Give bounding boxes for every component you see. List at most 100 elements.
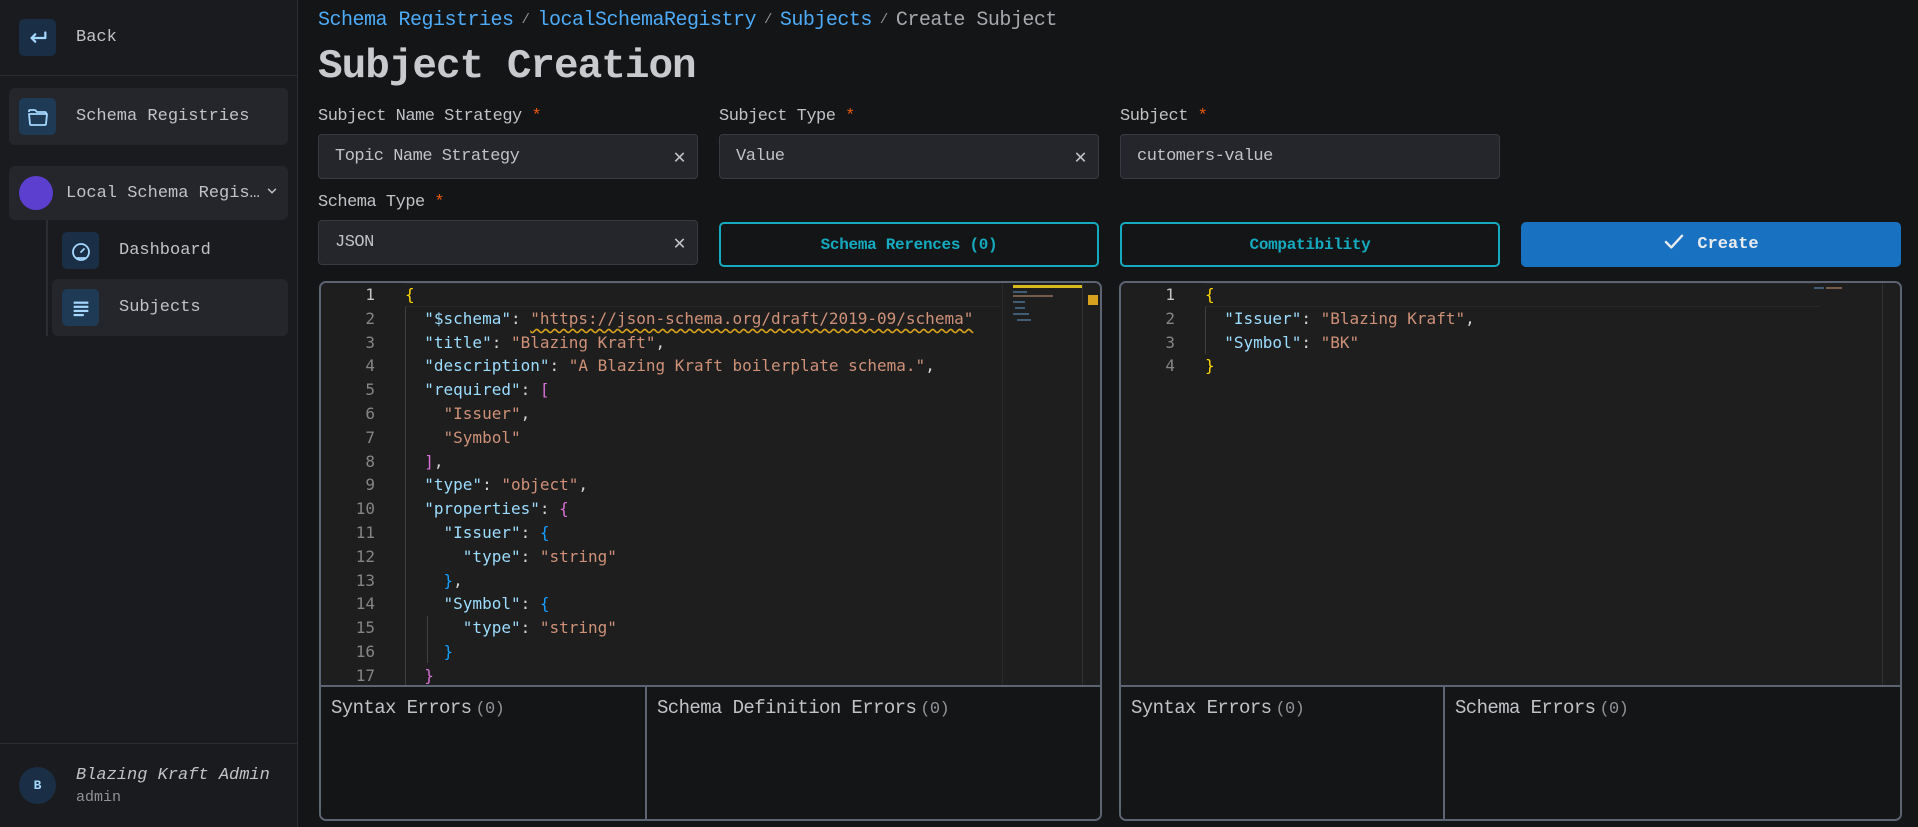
breadcrumb-separator: / — [764, 12, 772, 28]
required-marker: * — [531, 107, 542, 126]
schema-definition-errors-panel: Schema Definition Errors (0) — [647, 687, 959, 819]
line-number: 2 — [1165, 308, 1175, 328]
sidebar-item-label: Dashboard — [119, 241, 211, 260]
sidebar: Back Schema Registries Local Schema Regi… — [0, 0, 298, 827]
minimap-line — [1013, 313, 1029, 315]
line-number: 17 — [355, 665, 375, 685]
syntax-errors-label: Syntax Errors — [1131, 697, 1272, 719]
title-value: "Blazing Kraft" — [510, 332, 656, 352]
syntax-errors-panel: Syntax Errors (0) — [1121, 687, 1445, 819]
required-marker: * — [434, 193, 445, 212]
schema-editor-panel: 1{ 2 "$schema": "https://json-schema.org… — [319, 281, 1102, 821]
subject-type-field: Subject Type * Value ✕ — [719, 107, 1099, 179]
example-editor-panel: 1{ 2 "Issuer": "Blazing Kraft", 3 "Symbo… — [1119, 281, 1902, 821]
code-line: 3 "title": "Blazing Kraft", — [321, 331, 1100, 355]
input-value: cutomers-value — [1137, 147, 1273, 166]
schema-references-button[interactable]: Schema Rerences (0) — [719, 222, 1099, 267]
compatibility-button[interactable]: Compatibility — [1120, 222, 1500, 267]
vertical-scrollbar[interactable] — [1882, 283, 1900, 685]
minimap[interactable] — [1002, 283, 1083, 685]
definition-errors-label: Schema Definition Errors — [657, 697, 917, 719]
code-line: 7 "Symbol" — [321, 426, 1100, 450]
registry-subnav: Dashboard Subjects — [46, 220, 297, 336]
minimap[interactable] — [1802, 283, 1882, 685]
breadcrumb-registry[interactable]: localSchemaRegistry — [537, 9, 756, 32]
syntax-errors-count: (0) — [1275, 700, 1305, 719]
subject-name-strategy-select[interactable]: Topic Name Strategy ✕ — [318, 134, 698, 179]
gauge-icon — [62, 232, 99, 269]
subject-input[interactable]: cutomers-value — [1120, 134, 1500, 179]
line-number: 7 — [365, 427, 375, 447]
field-label: Schema Type * — [318, 193, 698, 212]
page-title: Subject Creation — [318, 44, 697, 90]
syntax-errors-panel: Syntax Errors (0) — [321, 687, 647, 819]
indent-guide — [1205, 307, 1206, 354]
example-code-editor[interactable]: 1{ 2 "Issuer": "Blazing Kraft", 3 "Symbo… — [1121, 283, 1900, 687]
breadcrumb-schema-registries[interactable]: Schema Registries — [318, 9, 514, 32]
subject-type-select[interactable]: Value ✕ — [719, 134, 1099, 179]
breadcrumb-subjects[interactable]: Subjects — [780, 9, 873, 32]
syntax-errors-count: (0) — [475, 700, 505, 719]
schema-errors-count: (0) — [1599, 700, 1629, 719]
code-line: 15 "type": "string" — [321, 616, 1100, 640]
registry-name: Local Schema Registry — [66, 183, 261, 203]
check-icon — [1663, 233, 1685, 257]
line-number: 10 — [355, 499, 375, 519]
create-button[interactable]: Create — [1521, 222, 1901, 267]
line-number: 4 — [1165, 356, 1175, 376]
line-number: 5 — [365, 380, 375, 400]
breadcrumb-separator: / — [521, 12, 530, 28]
symbol-value: "BK" — [1320, 332, 1360, 352]
property-type: "string" — [539, 618, 617, 638]
sidebar-item-subjects[interactable]: Subjects — [52, 279, 288, 336]
registry-selector[interactable]: Local Schema Registry — [9, 166, 288, 220]
subject-field: Subject * cutomers-value — [1120, 107, 1500, 179]
user-info: Blazing Kraft Admin admin — [76, 766, 270, 806]
line-number: 15 — [355, 618, 375, 638]
user-profile[interactable]: B Blazing Kraft Admin admin — [0, 743, 297, 827]
field-label: Subject * — [1120, 107, 1500, 126]
line-number: 8 — [365, 451, 375, 471]
clear-icon[interactable]: ✕ — [1074, 144, 1086, 170]
field-label: Subject Name Strategy * — [318, 107, 698, 126]
schema-code-editor[interactable]: 1{ 2 "$schema": "https://json-schema.org… — [321, 283, 1100, 687]
schema-errors-row: Syntax Errors (0) Schema Definition Error… — [321, 687, 1100, 819]
field-label: Subject Type * — [719, 107, 1099, 126]
select-value: Topic Name Strategy — [335, 147, 520, 166]
user-role: admin — [76, 788, 122, 806]
code-line: 8 ], — [321, 450, 1100, 474]
sidebar-item-dashboard[interactable]: Dashboard — [52, 222, 288, 279]
property-type: "string" — [539, 546, 617, 566]
line-number: 4 — [365, 356, 375, 376]
label-text: Subject Name Strategy — [318, 107, 522, 126]
sidebar-item-label: Subjects — [119, 298, 201, 317]
vertical-scrollbar[interactable] — [1082, 283, 1100, 685]
folder-icon — [19, 98, 56, 135]
schema-type-select[interactable]: JSON ✕ — [318, 220, 698, 265]
list-icon — [62, 289, 99, 326]
breadcrumb: Schema Registries / localSchemaRegistry … — [318, 8, 1918, 32]
breadcrumb-separator: / — [879, 12, 888, 28]
current-line-highlight — [1205, 283, 1820, 307]
create-label: Create — [1697, 235, 1759, 254]
clear-icon[interactable]: ✕ — [673, 230, 685, 256]
line-number: 1 — [365, 285, 375, 304]
minimap-line — [1013, 291, 1027, 293]
warning-marker — [1088, 295, 1098, 305]
code-line: 6 "Issuer", — [321, 402, 1100, 426]
code-line: 3 "Symbol": "BK" — [1121, 331, 1900, 355]
minimap-line — [1013, 295, 1053, 297]
select-value: JSON — [335, 233, 374, 252]
example-errors-row: Syntax Errors (0) Schema Errors (0) — [1121, 687, 1900, 819]
registry-color-dot — [19, 176, 53, 210]
back-button[interactable]: Back — [0, 0, 297, 76]
schema-type-field: Schema Type * JSON ✕ — [318, 193, 698, 267]
code-line: 16 } — [321, 640, 1100, 664]
code-line: 14 "Symbol": { — [321, 592, 1100, 616]
code-line: 9 "type": "object", — [321, 473, 1100, 497]
clear-icon[interactable]: ✕ — [673, 144, 685, 170]
chevron-down-icon — [265, 184, 279, 203]
line-number: 9 — [365, 475, 375, 495]
sidebar-item-schema-registries[interactable]: Schema Registries — [9, 88, 288, 145]
form-row-2: Schema Type * JSON ✕ Schema Rerences (0)… — [318, 193, 1901, 267]
